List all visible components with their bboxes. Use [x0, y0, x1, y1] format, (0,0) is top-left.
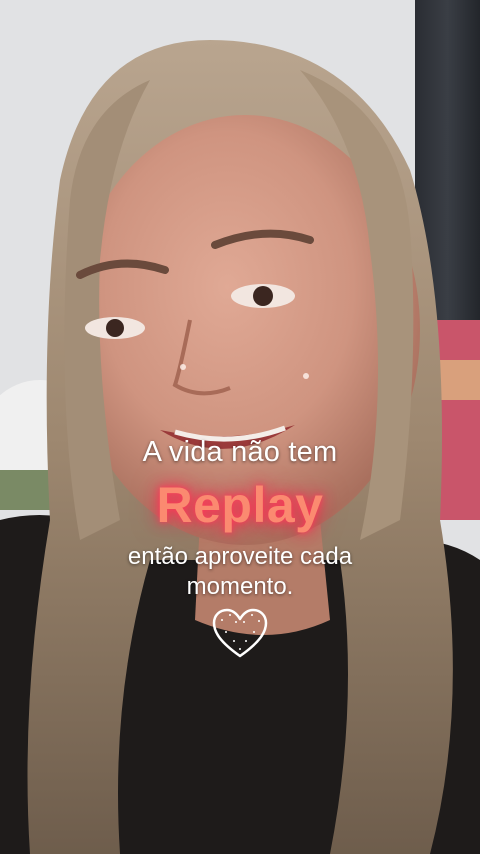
caption-highlight-replay: Replay [156, 477, 324, 533]
caption-line-3: momento. [186, 573, 294, 600]
selfie-photo [0, 0, 480, 854]
caption-line-1: A vida não tem [142, 436, 338, 468]
story-frame: A vida não tem Replay então aproveite ca… [0, 0, 480, 854]
heart-outline-icon [210, 606, 270, 662]
caption-line-2: então aproveite cada [127, 543, 353, 570]
